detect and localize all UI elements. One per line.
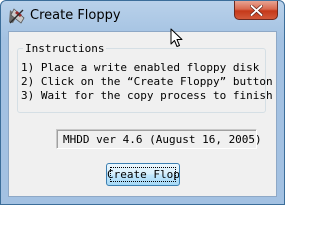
title-bar[interactable]: Create Floppy bbox=[1, 1, 284, 31]
dialog-client-area: Instructions 1) Place a write enabled fl… bbox=[8, 31, 277, 197]
version-field: MHDD ver 4.6 (August 16, 2005) bbox=[56, 129, 262, 149]
close-button[interactable] bbox=[234, 1, 278, 20]
close-icon bbox=[250, 5, 263, 16]
arrow-cursor-icon bbox=[170, 28, 184, 48]
window-title: Create Floppy bbox=[30, 8, 121, 23]
instructions-group: Instructions 1) Place a write enabled fl… bbox=[17, 42, 273, 113]
create-floppy-button[interactable]: Create Floppy bbox=[106, 163, 180, 186]
create-floppy-window: Create Floppy Instructions 1) Place a wr… bbox=[0, 0, 285, 205]
version-text: MHDD ver 4.6 (August 16, 2005) bbox=[63, 133, 262, 146]
instruction-line-3: 3) Wait for the copy process to finish bbox=[21, 89, 273, 102]
instruction-line-2: 2) Click on the “Create Floppy” button bbox=[21, 75, 273, 88]
instruction-line-1: 1) Place a write enabled floppy disk bbox=[21, 61, 260, 74]
instructions-title: Instructions bbox=[23, 42, 107, 55]
create-floppy-app-icon[interactable] bbox=[8, 7, 26, 25]
focus-rectangle bbox=[110, 167, 176, 182]
